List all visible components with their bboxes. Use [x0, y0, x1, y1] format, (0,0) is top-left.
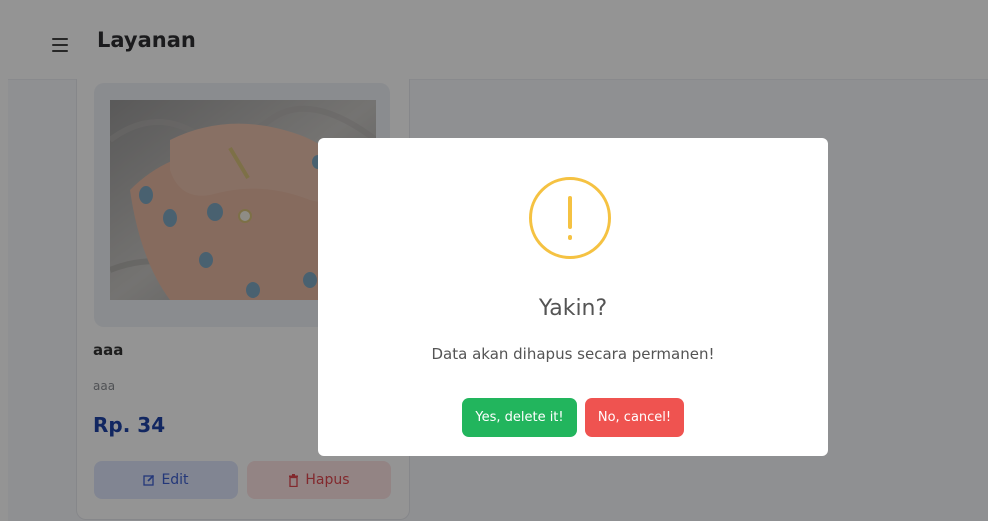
- confirm-delete-dialog: Yakin? Data akan dihapus secara permanen…: [318, 138, 828, 456]
- dialog-title: Yakin?: [538, 296, 608, 321]
- cancel-button[interactable]: No, cancel!: [585, 398, 684, 437]
- warning-icon: [529, 177, 611, 259]
- dialog-message: Data akan dihapus secara permanen!: [431, 345, 715, 363]
- confirm-delete-button[interactable]: Yes, delete it!: [462, 398, 577, 437]
